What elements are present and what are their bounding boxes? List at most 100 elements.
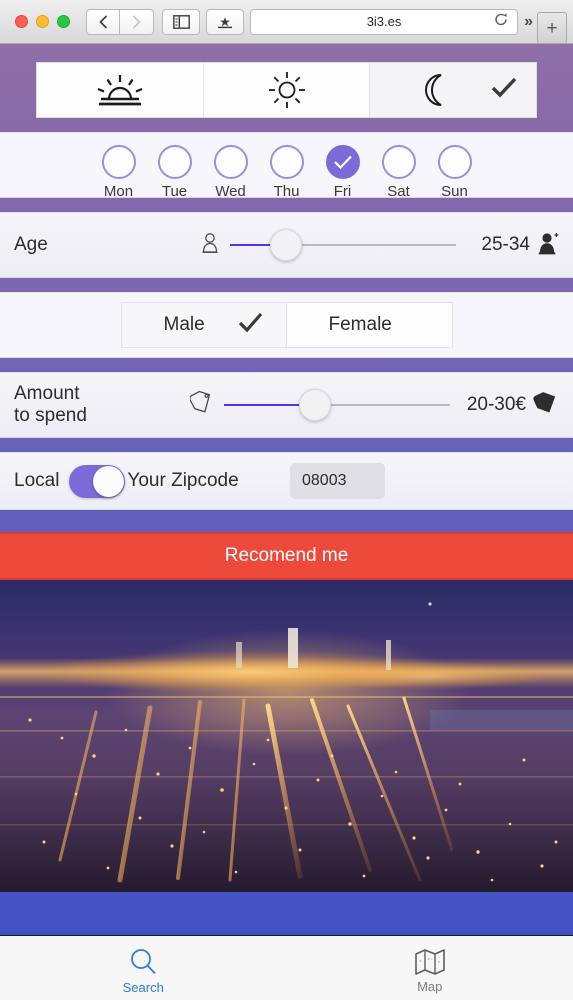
amount-slider-wrap <box>174 389 467 421</box>
chevron-left-icon <box>98 14 107 29</box>
amount-label-line2: to spend <box>14 405 87 426</box>
gender-option-male[interactable]: Male <box>120 302 287 348</box>
bottom-tab-bar: Search Map <box>0 935 573 1000</box>
checkmark-icon <box>238 312 262 332</box>
amount-slider-row: Amount to spend 20-30€ <box>0 373 573 437</box>
day-label: Tue <box>161 183 188 200</box>
gender-label: Male <box>163 314 205 335</box>
age-slider[interactable] <box>229 229 456 261</box>
local-settings-row: Local Your Zipcode 08003 <box>0 453 573 509</box>
age-slider-thumb[interactable] <box>270 229 303 261</box>
amount-value: 20-30€ <box>466 394 526 415</box>
day-option-tue[interactable]: Tue <box>152 145 198 200</box>
address-bar[interactable]: 3i3.es <box>250 8 519 35</box>
person-large-icon <box>537 230 559 261</box>
window-traffic-lights <box>15 15 70 28</box>
time-of-day-night[interactable] <box>370 63 537 117</box>
pricetag-filled-icon <box>533 390 559 421</box>
time-of-day-check-icon <box>490 76 518 105</box>
separator-strip <box>0 118 573 132</box>
gender-option-female[interactable]: Female <box>286 302 453 348</box>
sun-icon <box>268 72 305 108</box>
minimize-window-button[interactable] <box>36 15 49 28</box>
gender-check-icon <box>238 312 264 339</box>
local-row: Local Your Zipcode 08003 <box>0 452 573 510</box>
moon-icon <box>425 74 442 106</box>
day-circle <box>101 145 136 179</box>
time-of-day-selector <box>36 62 537 118</box>
zipcode-label: Your Zipcode <box>127 470 239 491</box>
day-option-mon[interactable]: Mon <box>96 145 142 200</box>
browser-toolbar: 3i3.es » + <box>0 0 573 44</box>
age-value-group: 25-34 <box>481 230 559 261</box>
age-label: Age <box>14 234 48 256</box>
bookmarks-icon <box>218 16 232 28</box>
amount-label: Amount to spend <box>14 383 174 427</box>
age-row: Age 25-34 <box>0 212 573 278</box>
tab-map[interactable]: Map <box>287 936 573 1000</box>
navigation-buttons <box>86 8 154 35</box>
time-of-day-sunrise[interactable] <box>37 63 204 117</box>
separator-strip <box>0 438 573 452</box>
gender-selector: Male Female <box>0 293 573 357</box>
amount-row: Amount to spend 20-30€ <box>0 372 573 438</box>
person-small-icon <box>200 230 220 261</box>
back-button[interactable] <box>86 8 120 35</box>
day-option-sat[interactable]: Sat <box>376 145 422 200</box>
day-circle <box>437 145 472 179</box>
checkmark-icon <box>491 77 517 97</box>
sidebar-icon <box>172 14 190 29</box>
day-label: Sun <box>441 183 468 200</box>
amount-slider-thumb[interactable] <box>298 389 331 421</box>
local-toggle[interactable] <box>69 464 126 498</box>
close-window-button[interactable] <box>15 15 28 28</box>
zipcode-input[interactable]: 08003 <box>290 463 385 499</box>
pricetag-outline-icon <box>189 390 214 421</box>
chevron-right-icon <box>132 14 141 29</box>
day-label: Thu <box>273 183 300 200</box>
day-option-thu[interactable]: Thu <box>264 145 310 200</box>
map-icon <box>414 949 445 975</box>
tab-search[interactable]: Search <box>0 936 287 1000</box>
app-content: Mon Tue Wed Thu Fri Sat Sun Age 25-34 Ma… <box>0 44 573 1000</box>
gender-row: Male Female <box>0 292 573 358</box>
amount-slider[interactable] <box>224 389 451 421</box>
forward-button[interactable] <box>120 8 154 35</box>
new-tab-button[interactable]: + <box>537 12 567 44</box>
day-picker: Mon Tue Wed Thu Fri Sat Sun <box>0 133 573 200</box>
age-slider-wrap <box>174 229 481 261</box>
day-circle <box>157 145 192 179</box>
day-circle <box>325 145 360 179</box>
day-label: Wed <box>215 183 246 200</box>
local-toggle-knob <box>93 465 125 497</box>
separator-strip <box>0 510 573 532</box>
search-icon <box>131 949 156 975</box>
recommend-button[interactable]: Recomend me <box>0 532 573 580</box>
day-option-wed[interactable]: Wed <box>208 145 254 200</box>
time-of-day-midday[interactable] <box>203 63 371 117</box>
day-picker-row: Mon Tue Wed Thu Fri Sat Sun <box>0 132 573 200</box>
age-value: 25-34 <box>481 234 530 255</box>
day-label: Fri <box>333 183 352 200</box>
day-circle <box>269 145 304 179</box>
separator-strip <box>0 198 573 212</box>
reload-button[interactable] <box>494 12 508 31</box>
sidebar-toggle-button[interactable] <box>162 8 200 35</box>
day-label: Mon <box>103 183 134 200</box>
url-text: 3i3.es <box>366 14 402 29</box>
separator-strip <box>0 278 573 292</box>
bookmarks-button[interactable] <box>206 8 244 35</box>
toolbar-overflow-button[interactable]: » <box>524 13 533 31</box>
zoom-window-button[interactable] <box>57 15 70 28</box>
amount-value-group: 20-30€ <box>467 390 559 421</box>
separator-strip <box>0 358 573 372</box>
day-label: Sat <box>387 183 410 200</box>
sunrise-icon <box>97 75 143 106</box>
gender-label: Female <box>328 314 392 335</box>
day-circle <box>213 145 248 179</box>
day-option-fri[interactable]: Fri <box>320 145 366 200</box>
day-option-sun[interactable]: Sun <box>432 145 478 200</box>
reload-icon <box>495 12 507 25</box>
day-circle <box>381 145 416 179</box>
day-check-icon <box>333 155 352 170</box>
